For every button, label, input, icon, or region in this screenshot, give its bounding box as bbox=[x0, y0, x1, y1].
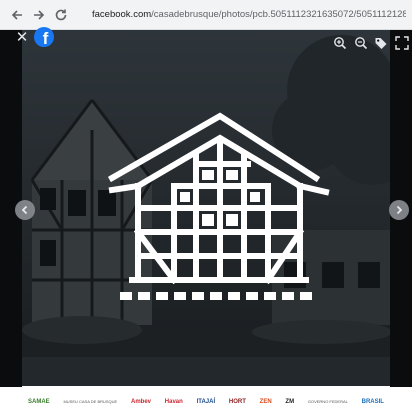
arrow-left-icon bbox=[11, 9, 22, 20]
photo bbox=[22, 30, 390, 387]
sponsor-logos-strip: SAMAE MUSEU CASA DE BRUSQUE Ambev Havan … bbox=[22, 386, 390, 417]
facebook-logo[interactable]: f bbox=[34, 27, 54, 47]
sponsor-logo: BRASIL bbox=[361, 398, 384, 405]
reload-button[interactable] bbox=[52, 6, 70, 24]
zoom-in-icon[interactable] bbox=[333, 36, 347, 50]
zoom-out-icon[interactable] bbox=[354, 36, 368, 50]
sponsor-logo: ZEN bbox=[259, 398, 272, 405]
casa-de-brusque-logo bbox=[108, 112, 330, 300]
sponsor-logo: SAMAE bbox=[28, 398, 50, 405]
previous-photo-button[interactable] bbox=[15, 200, 35, 220]
url-path: /casadebrusque/photos/pcb.50511123216350… bbox=[151, 9, 406, 20]
next-photo-button[interactable] bbox=[389, 200, 409, 220]
sponsor-logo: Ambev bbox=[131, 398, 152, 405]
forward-button[interactable] bbox=[30, 6, 48, 24]
chevron-left-icon bbox=[21, 205, 28, 215]
back-button[interactable] bbox=[8, 6, 26, 24]
reload-icon bbox=[55, 9, 67, 20]
photo-viewer: SAMAE MUSEU CASA DE BRUSQUE Ambev Havan … bbox=[0, 30, 412, 417]
fullscreen-icon[interactable] bbox=[395, 36, 409, 50]
facebook-logo-letter: f bbox=[42, 29, 49, 47]
sponsor-logo: MUSEU CASA DE BRUSQUE bbox=[63, 399, 118, 404]
arrow-right-icon bbox=[34, 9, 45, 20]
chevron-right-icon bbox=[396, 205, 403, 215]
sponsor-logo: ITAJAÍ bbox=[196, 398, 216, 405]
sponsor-logo: GOVERNO FEDERAL bbox=[307, 399, 348, 404]
tag-icon[interactable] bbox=[374, 36, 388, 50]
sponsor-logo: ZM bbox=[285, 398, 295, 405]
sponsor-logo: HORT bbox=[228, 398, 246, 405]
sponsor-logo: Havan bbox=[164, 398, 183, 405]
close-button[interactable]: ✕ bbox=[15, 30, 29, 45]
url-domain: facebook.com bbox=[92, 9, 152, 20]
address-bar[interactable]: facebook.com/casadebrusque/photos/pcb.50… bbox=[80, 4, 406, 26]
browser-toolbar: facebook.com/casadebrusque/photos/pcb.50… bbox=[0, 0, 412, 30]
